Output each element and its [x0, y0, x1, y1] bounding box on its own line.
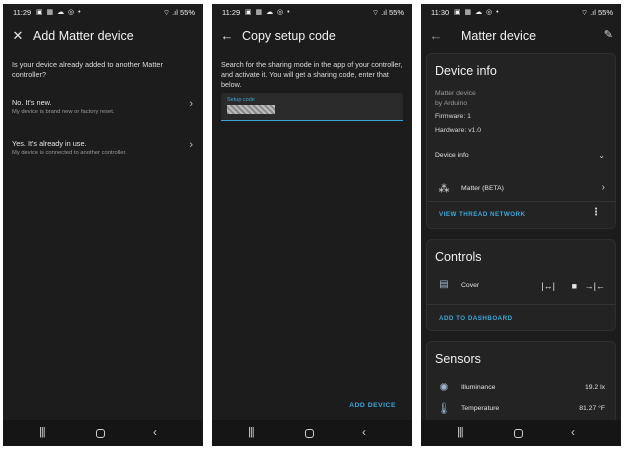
add-to-dashboard-button[interactable]: ADD TO DASHBOARD	[439, 315, 513, 322]
recent-apps-icon[interactable]: |||	[39, 426, 46, 438]
screen-copy-setup-code: 11:29 ▣ ▦ ☁ ◎ • ⌔ .ıl 55% ← Copy setup c…	[212, 4, 412, 446]
page-title: Matter device	[461, 29, 537, 43]
setup-code-label: Setup code	[227, 97, 255, 103]
view-thread-network-button[interactable]: VIEW THREAD NETWORK	[439, 211, 526, 218]
device-name: Matter device	[435, 90, 476, 97]
controls-card: Controls ▤ Cover |↔| ■ →|← ADD TO DASHBO…	[426, 239, 616, 331]
divider	[427, 201, 615, 202]
screen-add-matter-device: 11:29 ▣ ▦ ☁ ◎ • ⌔ .ıl 55% ✕ Add Matter d…	[3, 4, 203, 446]
sensor-value: 81.27 °F	[579, 405, 605, 412]
recent-apps-icon[interactable]: |||	[248, 426, 255, 438]
sensor-row-temperature[interactable]: 🌡 Temperature 81.27 °F	[427, 399, 615, 419]
option-subtitle: My device is brand new or factory reset.	[12, 109, 115, 115]
status-time: 11:29	[13, 8, 32, 17]
status-battery: ⌔ .ıl 55%	[371, 8, 404, 17]
thermometer-icon: 🌡	[437, 403, 451, 415]
setup-code-input[interactable]	[227, 105, 275, 114]
card-heading: Controls	[435, 250, 482, 264]
status-time: 11:30	[431, 8, 450, 17]
back-icon[interactable]: ‹	[571, 425, 575, 439]
arrow-back-icon[interactable]: ←	[429, 28, 443, 43]
chevron-right-icon: ›	[189, 139, 193, 151]
device-firmware: Firmware: 1	[435, 113, 471, 120]
back-icon[interactable]: ‹	[362, 425, 366, 439]
system-nav-bar: ||| ‹	[3, 420, 203, 446]
device-info-expander[interactable]: Device info ⌄	[427, 146, 615, 166]
system-nav-bar: ||| ‹	[212, 420, 412, 446]
status-bar: 11:30 ▣ ▦ ☁ ◎ • ⌔ .ıl 55%	[421, 4, 621, 20]
matter-logo-icon: ⁂	[438, 183, 450, 195]
option-subtitle: My device is connected to another contro…	[12, 150, 127, 156]
divider	[427, 304, 615, 305]
card-heading: Sensors	[435, 352, 481, 366]
chevron-down-icon: ⌄	[598, 151, 605, 160]
notification-icons: ▣ ▦ ☁ ◎ •	[245, 9, 291, 16]
device-hardware: Hardware: v1.0	[435, 127, 482, 134]
chevron-right-icon: ›	[601, 182, 605, 193]
entity-label: Cover	[461, 282, 480, 289]
card-heading: Device info	[435, 64, 497, 78]
device-manufacturer: by Arduino	[435, 100, 468, 107]
status-bar: 11:29 ▣ ▦ ☁ ◎ • ⌔ .ıl 55%	[212, 4, 412, 20]
sensor-value: 19.2 lx	[584, 384, 605, 391]
home-icon[interactable]	[514, 429, 523, 438]
option-already-in-use[interactable]: Yes. It's already in use. My device is c…	[3, 135, 203, 167]
option-title: Yes. It's already in use.	[12, 139, 87, 148]
sensor-label: Illuminance	[461, 384, 496, 391]
page-title: Add Matter device	[33, 29, 134, 43]
add-device-button[interactable]: ADD DEVICE	[349, 402, 396, 409]
expander-label: Device info	[435, 152, 469, 159]
recent-apps-icon[interactable]: |||	[457, 426, 464, 438]
status-bar: 11:29 ▣ ▦ ☁ ◎ • ⌔ .ıl 55%	[3, 4, 203, 20]
question-text: Is your device already added to another …	[12, 60, 163, 79]
device-info-card: Device info Matter device by Arduino Fir…	[426, 53, 616, 229]
cover-entity-row[interactable]: ▤ Cover |↔| ■ →|←	[427, 276, 615, 296]
cover-stop-icon[interactable]: ■	[572, 281, 577, 291]
device-page-content[interactable]: Device info Matter device by Arduino Fir…	[421, 50, 621, 420]
back-icon[interactable]: ‹	[153, 425, 157, 439]
option-title: No. It's new.	[12, 98, 52, 107]
status-battery: ⌔ .ıl 55%	[580, 8, 613, 17]
chevron-right-icon: ›	[189, 98, 193, 110]
status-battery: ⌔ .ıl 55%	[162, 8, 195, 17]
arrow-back-icon[interactable]: ←	[220, 28, 234, 43]
cover-close-icon[interactable]: →|←	[585, 281, 605, 291]
notification-icons: ▣ ▦ ☁ ◎ •	[454, 9, 500, 16]
status-time: 11:29	[222, 8, 241, 17]
option-new-device[interactable]: No. It's new. My device is brand new or …	[3, 94, 203, 126]
close-icon[interactable]: ✕	[11, 28, 25, 44]
sensor-label: Temperature	[461, 405, 500, 412]
home-icon[interactable]	[96, 429, 105, 438]
system-nav-bar: ||| ‹	[421, 420, 621, 446]
sensor-row-illuminance[interactable]: ✺ Illuminance 19.2 lx	[427, 378, 615, 398]
page-title: Copy setup code	[242, 29, 336, 43]
app-bar: ← Copy setup code	[212, 22, 412, 50]
brightness-icon: ✺	[439, 382, 449, 394]
instructions-text: Search for the sharing mode in the app o…	[221, 60, 403, 89]
app-bar: ← Matter device ✎	[421, 22, 621, 50]
cover-open-icon[interactable]: |↔|	[541, 281, 555, 291]
screen-matter-device: 11:30 ▣ ▦ ☁ ◎ • ⌔ .ıl 55% ← Matter devic…	[421, 4, 621, 446]
more-vert-icon[interactable]: ⋮	[591, 207, 601, 218]
sensors-card: Sensors ✺ Illuminance 19.2 lx 🌡 Temperat…	[426, 341, 616, 420]
window-shutter-icon: ▤	[439, 279, 449, 290]
integration-label: Matter (BETA)	[461, 185, 504, 192]
setup-code-field[interactable]: Setup code	[221, 93, 403, 121]
integration-matter-row[interactable]: ⁂ Matter (BETA) ›	[427, 179, 615, 199]
pencil-edit-icon[interactable]: ✎	[604, 28, 613, 41]
app-bar: ✕ Add Matter device	[3, 22, 203, 50]
home-icon[interactable]	[305, 429, 314, 438]
notification-icons: ▣ ▦ ☁ ◎ •	[36, 9, 82, 16]
